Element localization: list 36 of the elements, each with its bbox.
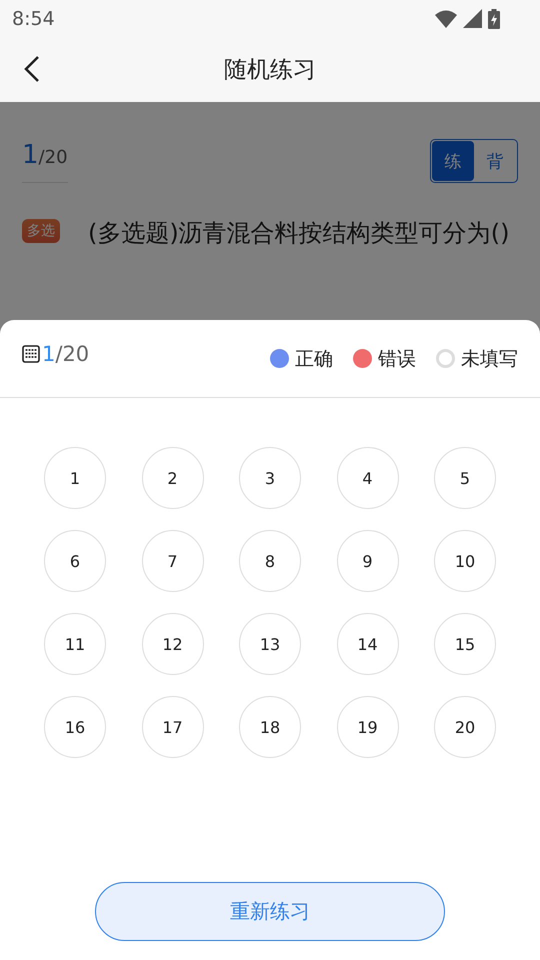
question-number-button[interactable]: 6 [44, 530, 106, 592]
legend-label: 未填写 [461, 346, 518, 372]
question-number-button[interactable]: 1 [44, 447, 106, 509]
question-number-button[interactable]: 10 [434, 530, 496, 592]
question-number-button[interactable]: 2 [142, 447, 204, 509]
question-text: (多选题)沥青混合料按结构类型可分为() [88, 219, 510, 247]
question-total: /20 [38, 146, 68, 168]
back-icon[interactable] [24, 55, 40, 83]
type-badge: 多选 [22, 219, 60, 243]
question-number-button[interactable]: 7 [142, 530, 204, 592]
question-number-button[interactable]: 13 [239, 613, 301, 675]
page-title: 随机练习 [224, 56, 316, 85]
question-number-button[interactable]: 5 [434, 447, 496, 509]
question-number-button[interactable]: 17 [142, 696, 204, 758]
question-number-button[interactable]: 19 [336, 696, 398, 758]
battery-icon [488, 8, 500, 28]
question-number-button[interactable]: 9 [336, 530, 398, 592]
legend-label: 正确 [295, 346, 333, 372]
question-number: 1 [22, 140, 39, 170]
question-number-button[interactable]: 8 [239, 530, 301, 592]
question-number-button[interactable]: 3 [239, 447, 301, 509]
question-number-button[interactable]: 20 [434, 696, 496, 758]
signal-icon [463, 9, 482, 28]
question-number-button[interactable]: 18 [239, 696, 301, 758]
question-number-button[interactable]: 16 [44, 696, 106, 758]
question-number-button[interactable]: 4 [336, 447, 398, 509]
wifi-icon [435, 10, 457, 28]
question-number-button[interactable]: 15 [434, 613, 496, 675]
question-number-button[interactable]: 12 [142, 613, 204, 675]
status-time: 8:54 [12, 8, 55, 30]
sheet-current-number: 1 [42, 342, 56, 366]
sheet-total: /20 [55, 342, 90, 366]
calendar-grid-icon [22, 344, 40, 362]
question-number-button[interactable]: 11 [44, 613, 106, 675]
question-number-button[interactable]: 14 [336, 613, 398, 675]
legend-label: 错误 [378, 346, 416, 372]
